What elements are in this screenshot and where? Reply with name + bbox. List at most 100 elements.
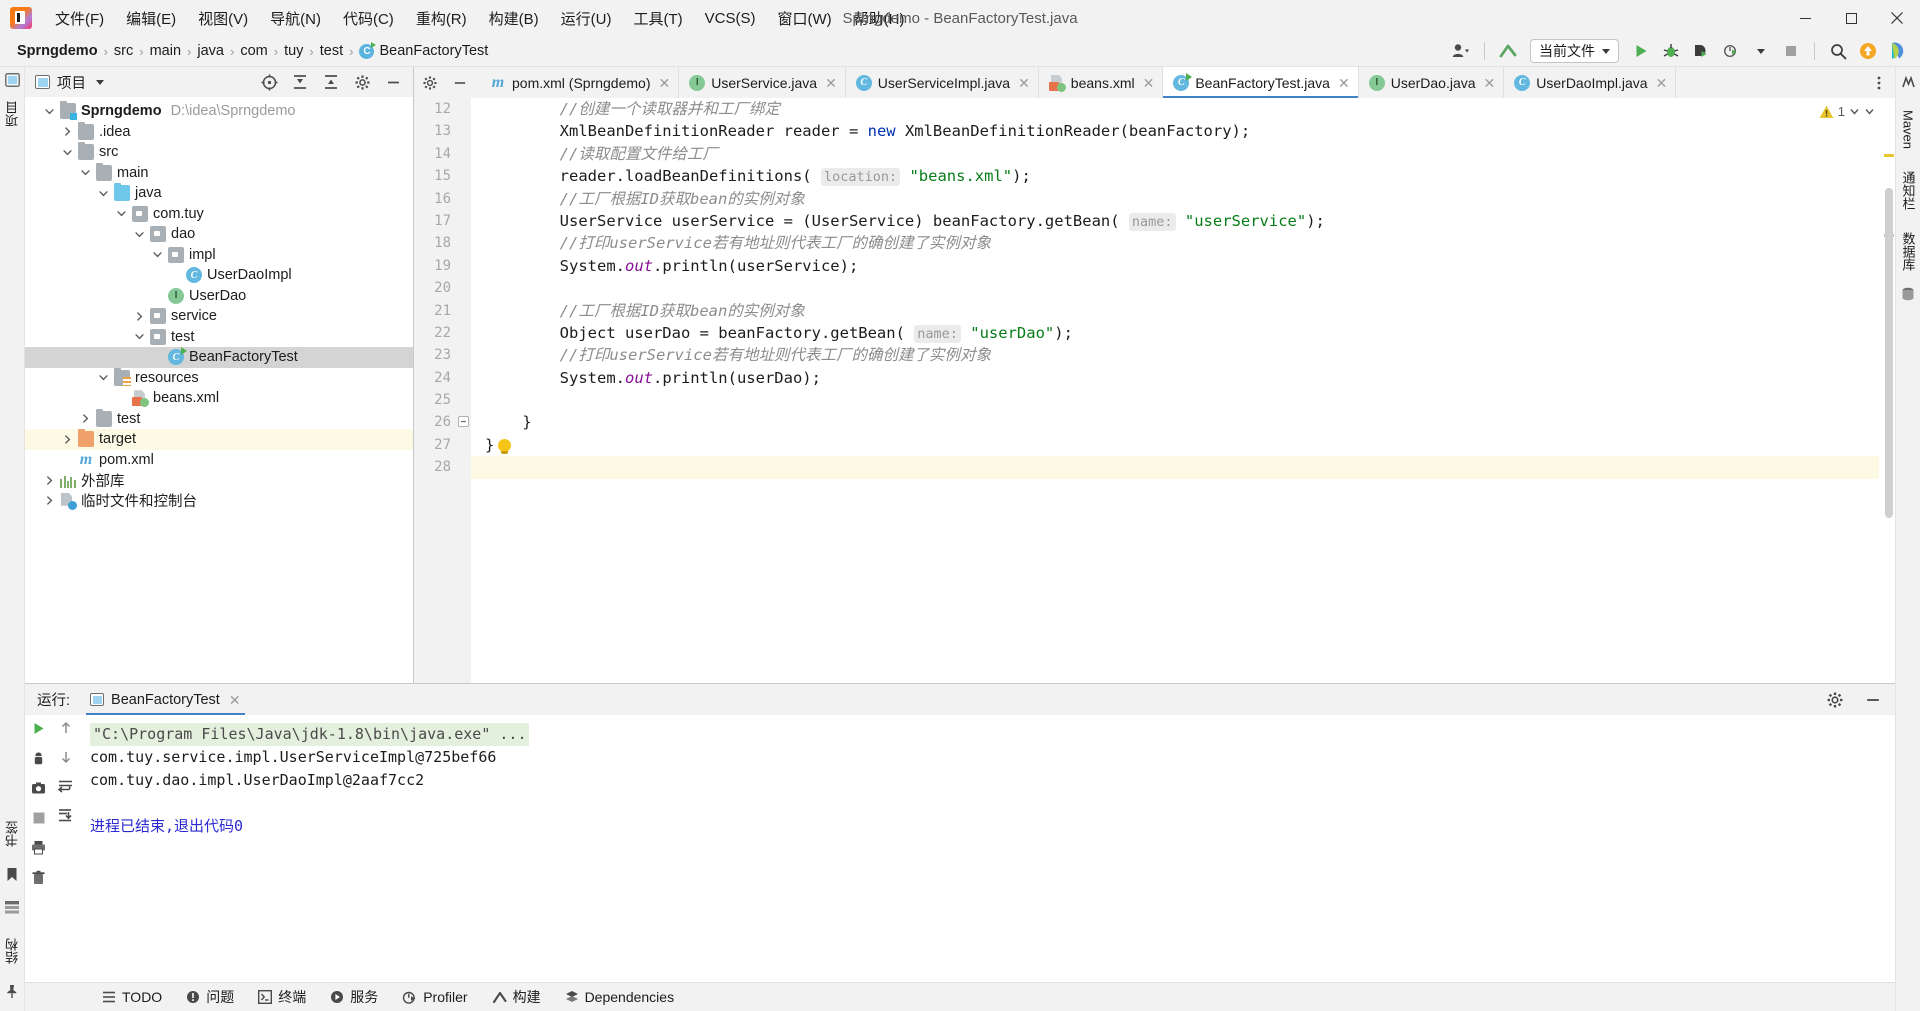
code-line[interactable]: System.out.println(userDao); xyxy=(471,367,1879,389)
code-line[interactable]: //工厂根据ID获取bean的实例对象 xyxy=(471,300,1879,322)
breadcrumb-item-java[interactable]: java xyxy=(192,42,229,60)
maven-tool-label[interactable]: Maven xyxy=(1901,104,1916,155)
profiler-icon[interactable] xyxy=(1717,38,1745,64)
inspection-summary[interactable]: 1 xyxy=(1819,104,1875,119)
tree-node-idea[interactable]: .idea xyxy=(25,121,413,143)
breadcrumb-item-project[interactable]: Sprngdemo xyxy=(12,42,103,60)
tree-node-target[interactable]: target xyxy=(25,429,413,450)
close-icon[interactable]: ✕ xyxy=(227,693,241,707)
menu-view[interactable]: 视图(V) xyxy=(187,4,259,33)
scroll-to-end-icon[interactable] xyxy=(58,808,73,826)
fold-gutter[interactable] xyxy=(458,98,471,683)
tree-node-test[interactable]: test xyxy=(25,327,413,348)
chevron-down-icon[interactable] xyxy=(151,248,164,261)
code-line[interactable]: //创建一个读取器并和工厂绑定 xyxy=(471,98,1879,120)
code-line[interactable]: //工厂根据ID获取bean的实例对象 xyxy=(471,188,1879,210)
chevron-down-icon[interactable] xyxy=(79,166,92,179)
tree-node-impl[interactable]: impl xyxy=(25,245,413,266)
project-tool-label[interactable]: 项目 xyxy=(3,95,22,133)
chevron-right-icon[interactable] xyxy=(79,412,92,425)
editor-tab-userdaoimpl-java[interactable]: C UserDaoImpl.java ✕ xyxy=(1504,67,1677,98)
run-configuration-selector[interactable]: 当前文件 xyxy=(1530,39,1619,63)
code-line[interactable]: Object userDao = beanFactory.getBean( na… xyxy=(471,322,1879,344)
user-avatar-icon[interactable] xyxy=(1447,38,1475,64)
chevron-down-icon[interactable] xyxy=(133,330,146,343)
code-line[interactable] xyxy=(471,456,1879,479)
fold-region[interactable] xyxy=(458,456,471,478)
minimize-button[interactable] xyxy=(1782,0,1828,36)
close-icon[interactable]: ✕ xyxy=(1482,76,1496,90)
fold-region[interactable] xyxy=(458,344,471,366)
chevron-down-icon[interactable] xyxy=(43,105,56,118)
tree-node-beanfactorytest[interactable]: C BeanFactoryTest xyxy=(25,347,413,368)
tree-node-[interactable]: 临时文件和控制台 xyxy=(25,491,413,512)
bookmark-icon[interactable] xyxy=(5,867,19,886)
fold-region[interactable] xyxy=(458,255,471,277)
rerun-icon[interactable] xyxy=(31,721,46,740)
structure-icon[interactable] xyxy=(5,900,19,918)
fold-region[interactable] xyxy=(458,188,471,210)
editor-tabs-overflow[interactable] xyxy=(1863,67,1895,98)
breadcrumb-item-src[interactable]: src xyxy=(109,42,138,60)
code-editor[interactable]: 12 13 14 15 16 17 18 19 20 21 22 23 24 25 26 27 28 //创建一… xyxy=(414,98,1895,683)
code-line[interactable]: reader.loadBeanDefinitions( location: "b… xyxy=(471,165,1879,187)
chevron-right-icon[interactable] xyxy=(133,310,146,323)
editor-tab-pom-xml-sprngdemo[interactable]: m pom.xml (Sprngdemo) ✕ xyxy=(480,67,680,98)
ide-assistant-icon[interactable] xyxy=(1884,38,1912,64)
status-tool-[interactable]: 服务 xyxy=(318,983,390,1011)
menu-refactor[interactable]: 重构(R) xyxy=(405,4,478,33)
status-tool-dependencies[interactable]: Dependencies xyxy=(553,983,687,1011)
chevron-right-icon[interactable] xyxy=(61,433,74,446)
tree-node-dao[interactable]: dao xyxy=(25,224,413,245)
menu-file[interactable]: 文件(F) xyxy=(44,4,115,33)
run-icon[interactable] xyxy=(1627,38,1655,64)
breadcrumb-item-tuy[interactable]: tuy xyxy=(279,42,308,60)
code-line[interactable] xyxy=(471,389,1879,411)
settings-icon[interactable] xyxy=(416,70,444,96)
expand-all-icon[interactable] xyxy=(286,69,314,95)
menu-build[interactable]: 构建(B) xyxy=(478,4,550,33)
stop-icon[interactable] xyxy=(1777,38,1805,64)
status-tool-todo[interactable]: TODO xyxy=(90,983,174,1011)
breadcrumb-item-file[interactable]: C BeanFactoryTest xyxy=(354,41,493,60)
fold-region[interactable] xyxy=(458,300,471,322)
camera-icon[interactable] xyxy=(31,781,46,800)
hide-icon[interactable] xyxy=(379,69,407,95)
menu-edit[interactable]: 编辑(E) xyxy=(115,4,187,33)
down-icon[interactable] xyxy=(59,750,73,768)
code-line[interactable]: } xyxy=(471,411,1879,433)
database-icon[interactable] xyxy=(1901,287,1915,306)
project-tree[interactable]: Sprngdemo D:\idea\Sprngdemo .idea src main ja… xyxy=(25,97,413,683)
fold-region[interactable] xyxy=(458,120,471,142)
tree-node-pom-xml[interactable]: m pom.xml xyxy=(25,450,413,471)
close-icon[interactable]: ✕ xyxy=(823,76,837,90)
pin-icon[interactable] xyxy=(5,984,19,1003)
updates-arrow-icon[interactable] xyxy=(1494,38,1522,64)
fold-region[interactable] xyxy=(458,165,471,187)
database-tool-label[interactable]: 数据库 xyxy=(1899,226,1918,277)
menu-tools[interactable]: 工具(T) xyxy=(622,4,693,33)
fold-region[interactable] xyxy=(458,322,471,344)
hide-icon[interactable] xyxy=(1859,687,1887,713)
warning-marker[interactable] xyxy=(1884,154,1894,157)
intention-bulb-icon[interactable] xyxy=(498,438,512,454)
status-tool-[interactable]: 构建 xyxy=(480,983,553,1011)
select-opened-file-icon[interactable] xyxy=(255,69,283,95)
chevron-down-icon[interactable] xyxy=(97,187,110,200)
bookmarks-tool-label[interactable]: 书签 xyxy=(3,815,22,853)
status-bar-tools[interactable]: TODO 问题 终端 服务 Profiler 构建 Dependencies xyxy=(90,983,686,1011)
tree-node-[interactable]: 外部库 xyxy=(25,470,413,491)
status-tool-[interactable]: 问题 xyxy=(174,983,246,1011)
fold-region[interactable] xyxy=(458,232,471,254)
close-icon[interactable]: ✕ xyxy=(1336,76,1350,90)
editor-tab-userserviceimpl-java[interactable]: C UserServiceImpl.java ✕ xyxy=(846,67,1039,98)
chevron-right-icon[interactable] xyxy=(61,125,74,138)
fold-region[interactable] xyxy=(458,210,471,232)
tree-node-sprngdemo[interactable]: Sprngdemo D:\idea\Sprngdemo xyxy=(25,101,413,122)
maven-tool-icon[interactable] xyxy=(1901,75,1916,94)
tree-node-beans-xml[interactable]: beans.xml xyxy=(25,388,413,409)
tree-node-main[interactable]: main xyxy=(25,162,413,184)
close-icon[interactable]: ✕ xyxy=(1141,76,1155,90)
code-line[interactable]: XmlBeanDefinitionReader reader = new Xml… xyxy=(471,120,1879,142)
code-line[interactable]: //打印userService若有地址则代表工厂的确创建了实例对象 xyxy=(471,232,1879,254)
